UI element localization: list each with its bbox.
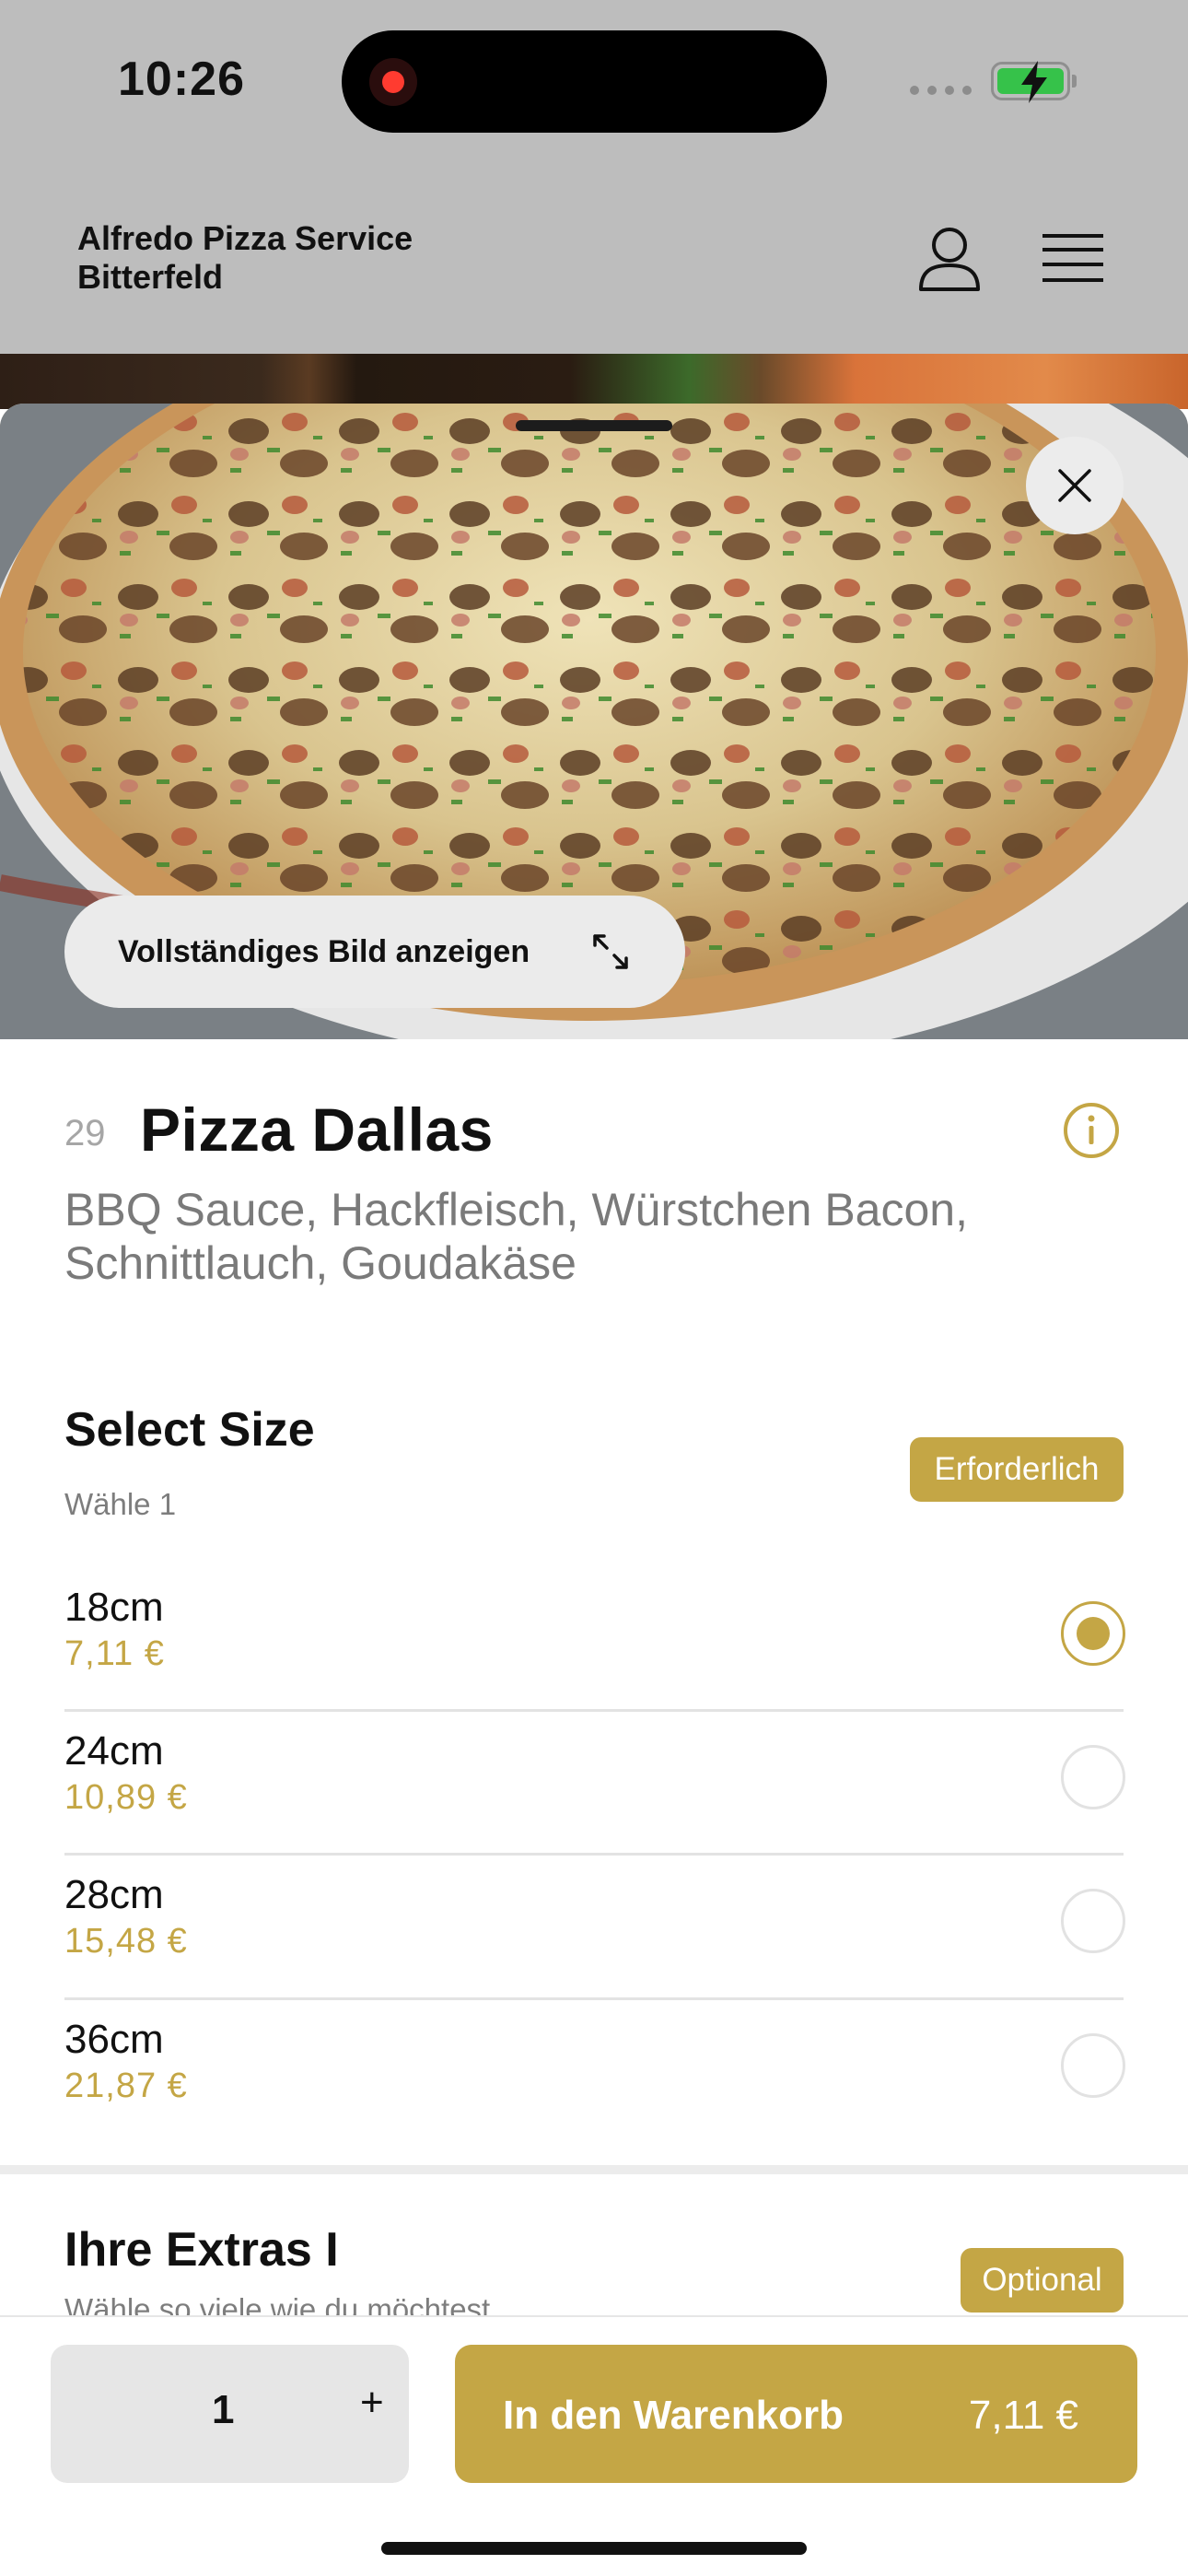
radio-icon[interactable]: [1061, 1745, 1125, 1809]
size-label: 28cm: [64, 1872, 164, 1917]
product-sheet: Vollständiges Bild anzeigen 29 Pizza Dal…: [0, 404, 1188, 2576]
size-section-title: Select Size: [64, 1403, 315, 1457]
quantity-stepper[interactable]: 1 +: [51, 2345, 409, 2483]
record-icon: [369, 58, 417, 106]
item-description: BBQ Sauce, Hackfleisch, Würstchen Bacon,…: [64, 1184, 968, 1289]
shop-name[interactable]: Alfredo Pizza Service Bitterfeld: [77, 219, 556, 297]
section-separator: [0, 2165, 1188, 2174]
radio-icon[interactable]: [1061, 1889, 1125, 1953]
size-option[interactable]: 28cm 15,48 €: [64, 1854, 1125, 1997]
extras-section-title: Ihre Extras I: [64, 2223, 339, 2277]
pizza-photo[interactable]: Vollständiges Bild anzeigen: [0, 404, 1188, 1039]
bottom-action-bar: 1 + In den Warenkorb 7,11 €: [0, 2315, 1188, 2576]
close-icon: [1058, 469, 1091, 502]
close-button[interactable]: [1026, 437, 1124, 534]
quantity-value: 1: [212, 2387, 235, 2432]
radio-selected-icon[interactable]: [1061, 1601, 1125, 1666]
optional-badge: Optional: [961, 2248, 1124, 2313]
info-icon[interactable]: [1063, 1102, 1120, 1159]
add-to-cart-label: In den Warenkorb: [503, 2393, 844, 2438]
size-option[interactable]: 24cm 10,89 €: [64, 1710, 1125, 1854]
size-label: 36cm: [64, 2017, 164, 2062]
size-price: 10,89 €: [64, 1778, 188, 1817]
required-badge: Erforderlich: [910, 1437, 1124, 1502]
size-option[interactable]: 18cm 7,11 €: [64, 1566, 1125, 1710]
size-section-subtitle: Wähle 1: [64, 1487, 177, 1521]
sheet-grabber[interactable]: [516, 420, 672, 431]
expand-icon: [593, 934, 628, 969]
size-price: 15,48 €: [64, 1922, 188, 1961]
cart-price: 7,11 €: [968, 2393, 1078, 2438]
add-to-cart-button[interactable]: In den Warenkorb 7,11 €: [455, 2345, 1137, 2483]
radio-icon[interactable]: [1061, 2033, 1125, 2098]
user-icon[interactable]: [917, 225, 982, 293]
menu-icon[interactable]: [1041, 232, 1105, 284]
increase-quantity-button[interactable]: +: [360, 2380, 384, 2426]
item-number: 29: [64, 1113, 106, 1153]
home-indicator[interactable]: [381, 2542, 807, 2555]
background-hero-image: [0, 354, 1188, 409]
full-image-button[interactable]: Vollständiges Bild anzeigen: [64, 896, 685, 1008]
size-label: 18cm: [64, 1585, 164, 1630]
full-image-label: Vollständiges Bild anzeigen: [118, 933, 530, 969]
size-label: 24cm: [64, 1728, 164, 1774]
item-title: Pizza Dallas: [140, 1095, 494, 1164]
battery-icon: [991, 61, 1077, 103]
dynamic-island: [342, 30, 827, 133]
size-price: 21,87 €: [64, 2067, 188, 2105]
size-option[interactable]: 36cm 21,87 €: [64, 1998, 1125, 2142]
status-time: 10:26: [118, 53, 245, 106]
size-price: 7,11 €: [64, 1634, 165, 1673]
signal-icon: [910, 86, 972, 95]
